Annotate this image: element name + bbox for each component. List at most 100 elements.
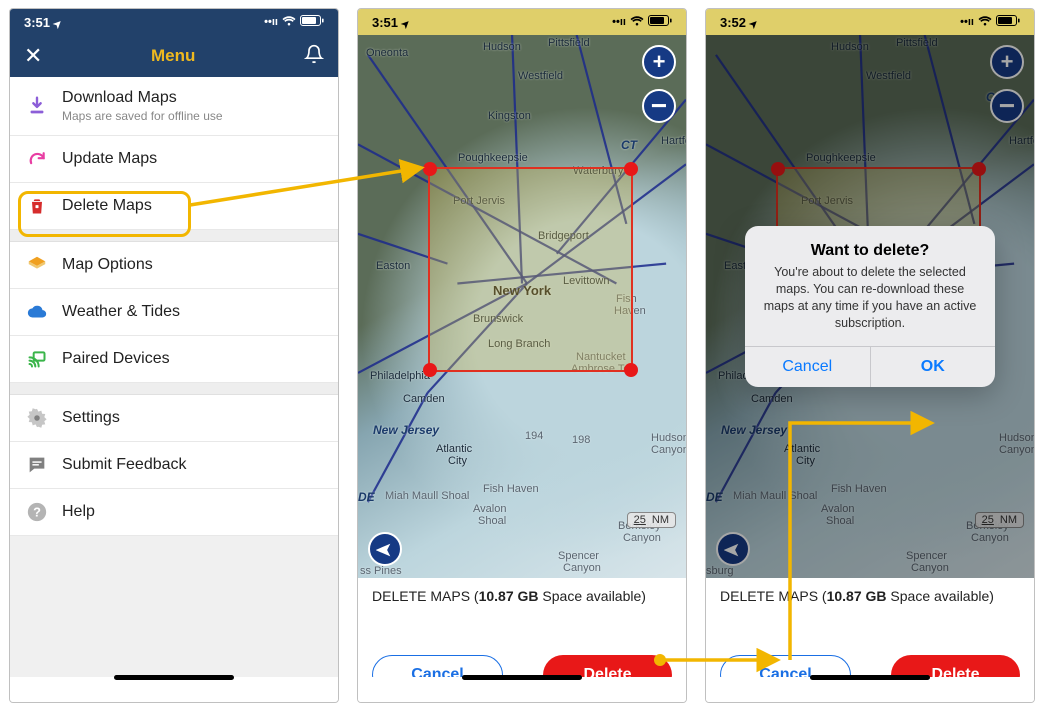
handle-tl[interactable] <box>423 162 437 176</box>
map-label: 194 <box>525 430 543 442</box>
status-time: 3:51 <box>372 15 410 30</box>
delete-confirm-alert: Want to delete? You're about to delete t… <box>745 226 995 387</box>
selection-rectangle[interactable] <box>428 167 633 372</box>
menu-item-label: Submit Feedback <box>62 456 322 474</box>
menu-item-label: Map Options <box>62 256 322 274</box>
map-view[interactable]: Hudson Pittsfield Westfield Conn Hartfor… <box>706 35 1034 578</box>
status-indicators: ••ıı <box>960 15 1020 29</box>
map-label: Hartford <box>661 135 686 147</box>
map-label: Camden <box>403 393 445 405</box>
map-label: Spencer <box>558 550 599 562</box>
home-indicator <box>462 675 582 680</box>
menu-item-submit-feedback[interactable]: Submit Feedback <box>10 442 338 489</box>
battery-icon <box>300 15 324 29</box>
menu-item-delete-maps[interactable]: Delete Maps <box>10 183 338 230</box>
signal-icon: ••ıı <box>612 16 626 28</box>
map-label: Canyon <box>563 562 601 574</box>
phone-delete-confirm: 3:52 ••ıı Hudson Pittsfield Westfield Co… <box>705 8 1035 703</box>
map-label: Miah Maull Shoal <box>385 490 469 502</box>
map-label: Oneonta <box>366 47 408 59</box>
menu-separator <box>10 230 338 242</box>
status-bar: 3:51 ••ıı <box>358 9 686 35</box>
page-title: Menu <box>151 46 195 66</box>
alert-ok-button[interactable]: OK <box>870 347 996 387</box>
alert-cancel-button[interactable]: Cancel <box>745 347 870 387</box>
zoom-in-button[interactable]: + <box>642 45 676 79</box>
menu-item-help[interactable]: ? Help <box>10 489 338 536</box>
map-label: DE <box>358 490 375 504</box>
close-icon[interactable]: ✕ <box>24 43 42 69</box>
status-bar: 3:52 ••ıı <box>706 9 1034 35</box>
menu-item-label: Paired Devices <box>62 350 322 368</box>
map-label: Fish Haven <box>483 483 539 495</box>
battery-icon <box>648 15 672 29</box>
location-services-icon <box>748 15 758 30</box>
menu-item-settings[interactable]: Settings <box>10 395 338 442</box>
map-label: Philadelphia <box>370 370 430 382</box>
wifi-icon <box>978 16 992 29</box>
map-scale: 25NM <box>627 512 676 528</box>
map-label: CT <box>621 138 637 152</box>
map-label: Hudson <box>483 41 521 53</box>
menu-item-paired-devices[interactable]: Paired Devices <box>10 336 338 383</box>
map-label: Kingston <box>488 110 531 122</box>
status-time: 3:51 <box>24 15 62 30</box>
menu-item-label: Update Maps <box>62 150 322 168</box>
map-label: Pittsfield <box>548 37 590 49</box>
home-indicator <box>810 675 930 680</box>
footer-title: DELETE MAPS (10.87 GB Space available) <box>720 588 1020 604</box>
cast-icon <box>26 348 48 370</box>
menu-item-map-options[interactable]: Map Options <box>10 242 338 289</box>
map-label: Shoal <box>478 515 506 527</box>
trash-icon <box>26 195 48 217</box>
handle-bl[interactable] <box>423 363 437 377</box>
handle-tr[interactable] <box>624 162 638 176</box>
zoom-out-button[interactable]: − <box>642 89 676 123</box>
chat-icon <box>26 454 48 476</box>
zoom-controls: + − <box>642 45 676 123</box>
status-time: 3:52 <box>720 15 758 30</box>
menu-item-label: Help <box>62 503 322 521</box>
menu-list: Download Maps Maps are saved for offline… <box>10 77 338 536</box>
handle-br[interactable] <box>624 363 638 377</box>
status-bar: 3:51 ••ıı <box>10 9 338 35</box>
nav-bar: ✕ Menu <box>10 35 338 77</box>
map-label: Easton <box>376 260 410 272</box>
svg-text:?: ? <box>33 505 41 520</box>
menu-item-weather-tides[interactable]: Weather & Tides <box>10 289 338 336</box>
status-indicators: ••ıı <box>264 15 324 29</box>
map-label: Hudson Canyon <box>651 432 686 456</box>
map-label: ss Pines <box>360 565 402 577</box>
signal-icon: ••ıı <box>960 16 974 28</box>
phone-delete-maps: 3:51 ••ıı Oneonta Hudson Pittsfield West… <box>357 8 687 703</box>
notifications-icon[interactable] <box>304 44 324 69</box>
map-label: 198 <box>572 434 590 446</box>
menu-item-label: Download Maps <box>62 89 322 107</box>
wifi-icon <box>282 16 296 29</box>
cloud-icon <box>26 301 48 323</box>
map-label: Westfield <box>518 70 563 82</box>
map-label: Avalon <box>473 503 506 515</box>
menu-item-label: Settings <box>62 409 322 427</box>
download-icon <box>26 95 48 117</box>
map-label: Poughkeepsie <box>458 152 528 164</box>
footer-title: DELETE MAPS (10.87 GB Space available) <box>372 588 672 604</box>
menu-separator <box>10 383 338 395</box>
phone-menu: 3:51 ••ıı ✕ Menu Download Maps Maps are … <box>9 8 339 703</box>
menu-item-update-maps[interactable]: Update Maps <box>10 136 338 183</box>
layers-icon <box>26 254 48 276</box>
alert-backdrop: Want to delete? You're about to delete t… <box>706 35 1034 578</box>
battery-icon <box>996 15 1020 29</box>
map-label: New Jersey <box>373 423 439 437</box>
map-view[interactable]: Oneonta Hudson Pittsfield Westfield King… <box>358 35 686 578</box>
map-label: Canyon <box>623 532 661 544</box>
menu-item-sub: Maps are saved for offline use <box>62 109 322 123</box>
gear-icon <box>26 407 48 429</box>
menu-item-download-maps[interactable]: Download Maps Maps are saved for offline… <box>10 77 338 136</box>
menu-item-label: Delete Maps <box>62 197 322 215</box>
menu-item-label: Weather & Tides <box>62 303 322 321</box>
status-indicators: ••ıı <box>612 15 672 29</box>
recenter-button[interactable] <box>368 532 402 566</box>
wifi-icon <box>630 16 644 29</box>
alert-message: You're about to delete the selected maps… <box>763 264 977 332</box>
